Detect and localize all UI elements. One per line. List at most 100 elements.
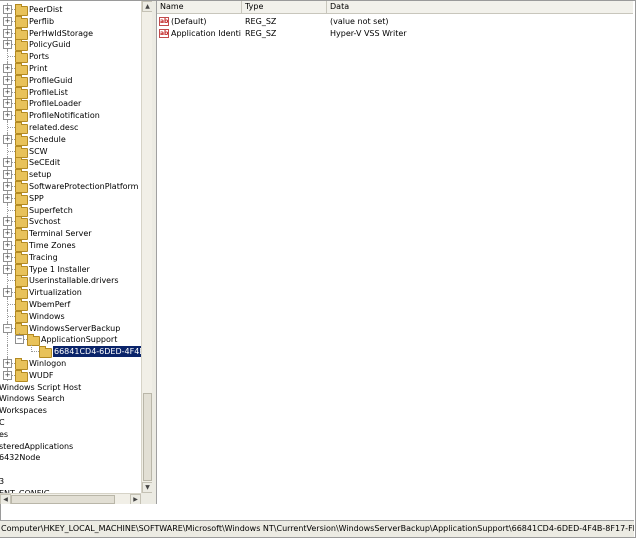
- tree-guide-line: [8, 127, 15, 128]
- scroll-right-arrow-icon[interactable]: ▶: [130, 494, 141, 504]
- value-name: Application Identi...: [171, 29, 241, 38]
- expand-icon[interactable]: +: [3, 134, 12, 144]
- expand-icon[interactable]: +: [3, 16, 12, 26]
- tree-item-label: Superfetch: [29, 205, 73, 215]
- folder-icon: [15, 322, 28, 335]
- expand-icon[interactable]: +: [3, 75, 12, 85]
- folder-icon: [27, 334, 40, 347]
- expand-icon[interactable]: +: [3, 87, 12, 97]
- expand-icon[interactable]: +: [3, 28, 12, 38]
- tree-item-label: Userinstallable.drivers: [29, 276, 119, 286]
- tree-guide-line: [8, 56, 15, 58]
- expand-icon[interactable]: +: [3, 241, 12, 250]
- expand-icon[interactable]: +: [3, 182, 12, 191]
- expand-icon[interactable]: +: [3, 229, 12, 239]
- folder-icon: [15, 169, 28, 182]
- tree-item-label: 6432Node: [0, 453, 41, 463]
- folder-icon: [15, 145, 28, 158]
- expand-icon[interactable]: +: [3, 170, 12, 180]
- tree-guide-line: [8, 315, 15, 317]
- value-row[interactable]: ab Application Identi... REG_SZ Hyper-V …: [157, 28, 633, 39]
- tree-horizontal-scroll-thumb[interactable]: [11, 495, 115, 504]
- tree-item-label: setup: [29, 170, 52, 180]
- scroll-left-arrow-icon[interactable]: ◀: [0, 494, 11, 504]
- tree-item-label: Time Zones: [29, 241, 76, 250]
- status-bar: Computer\HKEY_LOCAL_MACHINE\SOFTWARE\Mic…: [0, 520, 634, 537]
- scrollbar-corner: [141, 493, 152, 504]
- tree-vertical-scroll-thumb[interactable]: [143, 393, 152, 481]
- tree-item-label: WUDF: [29, 370, 54, 380]
- tree-guide-line: [8, 209, 15, 211]
- reg-sz-icon: ab: [159, 17, 169, 26]
- value-type: REG_SZ: [245, 17, 277, 26]
- tree-guide-line: [7, 333, 8, 346]
- tree-item-label: WindowsServerBackup: [29, 323, 121, 333]
- value-name: (Default): [171, 17, 207, 26]
- tree-item-label: 3: [0, 476, 4, 487]
- tree-item-label-selected: 66841CD4-6DED-4F4B-8F: [53, 346, 152, 358]
- tree-item-label: ProfileList: [29, 87, 68, 97]
- tree-item-label: SPP: [29, 193, 44, 203]
- expand-icon[interactable]: +: [3, 359, 12, 368]
- expand-icon[interactable]: +: [3, 252, 12, 262]
- values-list-pane[interactable]: Name Type Data ab (Default) REG_SZ (valu…: [157, 1, 633, 504]
- folder-icon: [15, 310, 28, 323]
- tree-item-label: Schedule: [29, 134, 66, 144]
- tree-item-label: ProfileNotification: [29, 111, 100, 121]
- folder-icon: [15, 216, 28, 229]
- expand-icon[interactable]: +: [3, 370, 12, 380]
- expand-icon[interactable]: +: [3, 111, 12, 121]
- tree-item-label: Terminal Server: [29, 229, 92, 239]
- folder-icon: [15, 240, 28, 252]
- tree-item-label: C: [0, 417, 5, 428]
- expand-icon[interactable]: +: [3, 99, 12, 109]
- folder-icon: [15, 263, 28, 276]
- expand-icon[interactable]: +: [3, 158, 12, 168]
- collapse-icon[interactable]: −: [15, 335, 24, 345]
- tree-item-label: ProfileGuid: [29, 75, 73, 85]
- value-row[interactable]: ab (Default) REG_SZ (value not set): [157, 16, 633, 27]
- tree-item-label: Ports: [29, 52, 50, 62]
- tree-horizontal-scrollbar[interactable]: ◀ ▶: [0, 493, 141, 504]
- tree-item-label: SCW: [29, 146, 48, 156]
- tree-guide-line: [8, 150, 15, 152]
- folder-icon: [15, 358, 28, 370]
- column-header-type[interactable]: Type: [242, 1, 327, 13]
- registry-path: Computer\HKEY_LOCAL_MACHINE\SOFTWARE\Mic…: [1, 524, 634, 533]
- folder-icon: [39, 346, 52, 359]
- list-header: Name Type Data: [157, 1, 633, 14]
- folder-icon: [15, 74, 28, 87]
- tree-pane[interactable]: + PeerDist + Perflib + PerHwIdStorage + PolicyG…: [0, 1, 153, 504]
- folder-icon: [15, 369, 28, 382]
- expand-icon[interactable]: +: [3, 193, 12, 203]
- column-header-name[interactable]: Name: [157, 1, 242, 13]
- tree-item-label: Svchost: [29, 217, 61, 227]
- tree-item-label: ApplicationSupport: [41, 335, 118, 345]
- expand-icon[interactable]: +: [3, 5, 12, 14]
- tree-item-label: ProfileLoader: [29, 99, 82, 109]
- tree-item-label: WbemPerf: [29, 300, 71, 309]
- folder-icon: [15, 98, 28, 111]
- expand-icon[interactable]: +: [3, 264, 12, 274]
- tree-item-label: Windows: [29, 311, 65, 321]
- expand-icon[interactable]: +: [3, 64, 12, 73]
- folder-icon: [15, 192, 28, 205]
- expand-icon[interactable]: +: [3, 217, 12, 227]
- folder-icon: [15, 15, 28, 28]
- folder-icon: [15, 275, 28, 288]
- tree-item-label: PolicyGuid: [29, 40, 71, 50]
- tree-item-label: related.desc: [29, 123, 79, 132]
- collapse-icon[interactable]: −: [3, 323, 12, 333]
- column-header-data[interactable]: Data: [327, 1, 633, 13]
- tree-item-label: Tracing: [29, 252, 58, 262]
- tree-item-label: Workspaces: [0, 406, 47, 416]
- value-data: (value not set): [330, 17, 389, 26]
- folder-icon: [15, 251, 28, 264]
- folder-icon: [15, 4, 28, 16]
- expand-icon[interactable]: +: [3, 288, 12, 298]
- folder-icon: [15, 204, 28, 217]
- tree-item-label: SeCEdit: [29, 158, 61, 168]
- tree-guide-line: [8, 304, 15, 305]
- expand-icon[interactable]: +: [3, 40, 12, 50]
- folder-icon: [15, 86, 28, 99]
